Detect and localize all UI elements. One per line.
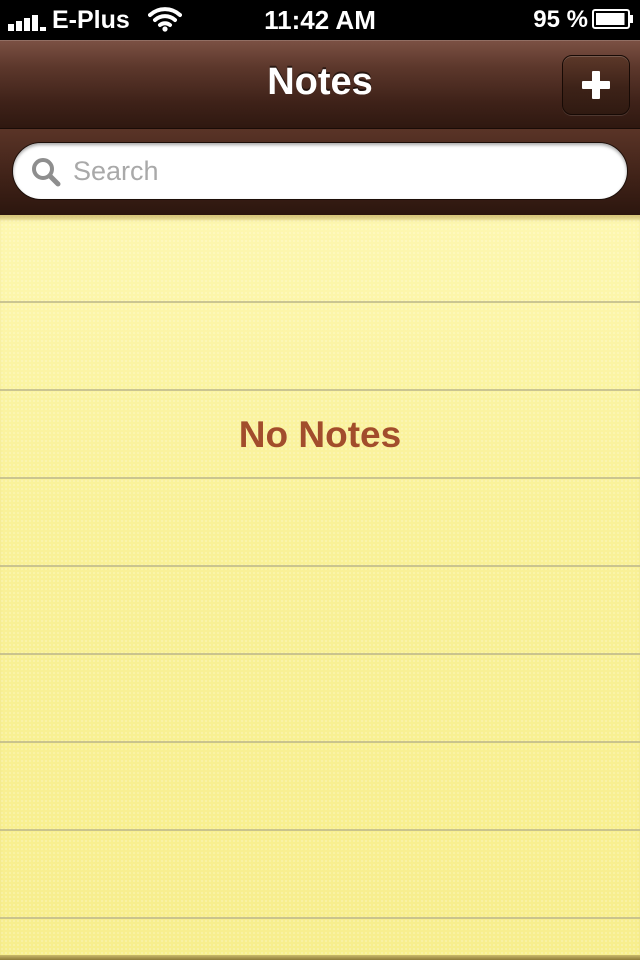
plus-icon xyxy=(582,71,610,99)
ruled-line xyxy=(0,565,640,567)
ruled-line xyxy=(0,653,640,655)
paper-bottom-edge xyxy=(0,955,640,960)
paper-top-edge xyxy=(0,215,640,221)
search-field[interactable] xyxy=(12,142,628,200)
ruled-line xyxy=(0,477,640,479)
search-bar xyxy=(0,129,640,215)
ruled-line xyxy=(0,741,640,743)
ruled-line xyxy=(0,829,640,831)
magnifier-icon xyxy=(32,158,61,187)
search-input[interactable] xyxy=(73,151,613,191)
status-bar: E-Plus 11:42 AM 95 % xyxy=(0,0,640,40)
battery-icon xyxy=(592,9,633,29)
navigation-bar: Notes xyxy=(0,40,640,129)
battery-percent: 95 % xyxy=(533,6,588,33)
ruled-line xyxy=(0,389,640,391)
empty-state-message: No Notes xyxy=(238,414,402,455)
ruled-line xyxy=(0,917,640,919)
ruled-line xyxy=(0,301,640,303)
notes-list: No Notes xyxy=(0,215,640,960)
add-note-button[interactable] xyxy=(562,55,630,115)
page-title: Notes xyxy=(267,61,373,103)
